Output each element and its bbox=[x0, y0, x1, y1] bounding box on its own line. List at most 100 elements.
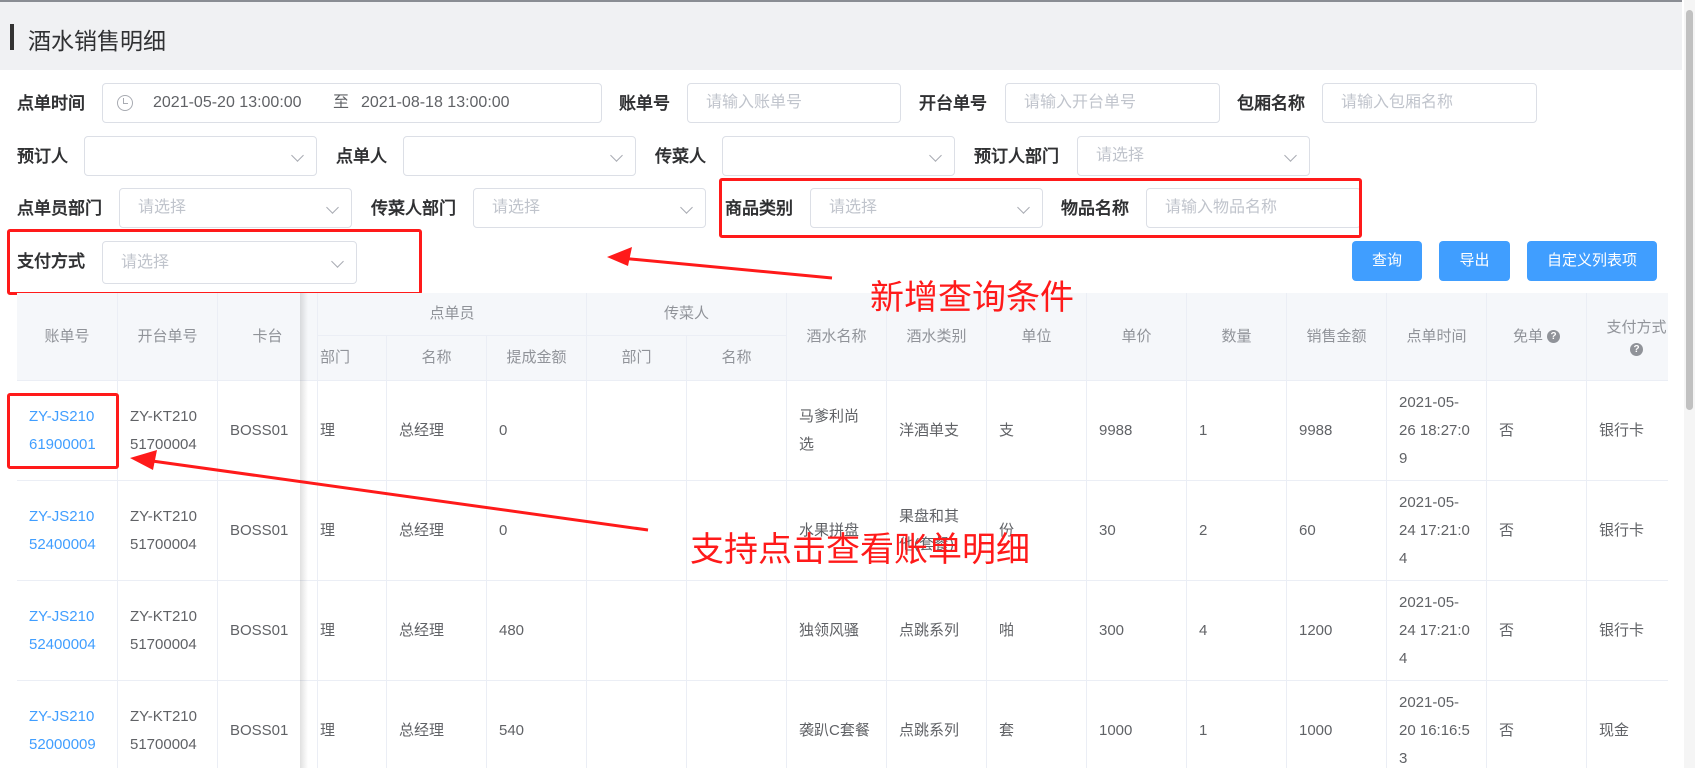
payment-cell-text: 银行卡 bbox=[1599, 421, 1645, 439]
header-qty: 数量 bbox=[1187, 293, 1287, 381]
unit-cell-text: 支 bbox=[999, 421, 1015, 439]
export-button[interactable]: 导出 bbox=[1439, 241, 1510, 281]
table-cell-text: BOSS01 bbox=[230, 421, 289, 439]
bill-no-link[interactable]: ZY-JS210 52000009 bbox=[17, 681, 118, 768]
header-bill-no: 账单号 bbox=[17, 293, 118, 381]
bill-no-link-text[interactable]: 52000009 bbox=[29, 731, 96, 759]
highlight-payment-filter bbox=[7, 229, 422, 295]
drink-name-cell-text: 袭趴C套餐 bbox=[799, 721, 870, 739]
booker-select[interactable] bbox=[84, 136, 317, 176]
bill-no-link-text[interactable]: ZY-JS210 bbox=[29, 503, 96, 531]
payment-cell-text: 现金 bbox=[1599, 721, 1630, 739]
payment-cell-text: 银行卡 bbox=[1599, 621, 1645, 639]
unit-cell-text: 套 bbox=[999, 721, 1015, 739]
time-cell-text: 9 bbox=[1399, 449, 1408, 467]
drink-type-cell-text: 点跳系列 bbox=[899, 621, 960, 639]
orderer-name-cell-text: 总经理 bbox=[399, 521, 445, 539]
free-cell: 否 bbox=[1487, 581, 1587, 681]
drink-type-cell-text: 点跳系列 bbox=[899, 721, 960, 739]
bill-no-link[interactable]: ZY-JS210 52400004 bbox=[17, 481, 118, 581]
header-server-name: 名称 bbox=[687, 336, 787, 381]
commission-cell: 540 bbox=[487, 681, 587, 768]
help-icon[interactable]: ? bbox=[1547, 330, 1560, 343]
open-no-input[interactable]: 请输入开台单号 bbox=[1005, 83, 1220, 123]
booker-dept-select[interactable]: 请选择 bbox=[1077, 136, 1310, 176]
open-no-cell-text: ZY-KT210 bbox=[130, 407, 197, 425]
time-cell-text: 2021-05- bbox=[1399, 693, 1460, 711]
price-cell: 9988 bbox=[1087, 381, 1187, 481]
server-dept-select[interactable]: 请选择 bbox=[473, 188, 706, 228]
commission-cell-text: 540 bbox=[499, 721, 525, 739]
room-name-label: 包厢名称 bbox=[1237, 94, 1305, 113]
open-no-cell-text: 51700004 bbox=[130, 735, 197, 753]
orderer-dept-cell-text: 理 bbox=[320, 621, 336, 639]
bill-no-link-text[interactable]: 52400004 bbox=[29, 531, 96, 559]
unit-cell-text: 啪 bbox=[999, 621, 1015, 639]
clock-icon bbox=[117, 95, 133, 111]
time-cell-text: 26 18:27:0 bbox=[1399, 421, 1470, 439]
bill-no-label: 账单号 bbox=[619, 94, 670, 113]
open-no-cell-text: ZY-KT210 bbox=[130, 507, 197, 525]
bill-no-link-text[interactable]: 52400004 bbox=[29, 631, 96, 659]
date-end[interactable]: 2021-08-18 13:00:00 bbox=[361, 84, 510, 122]
qty-cell-text: 1 bbox=[1199, 421, 1208, 439]
open-no-label: 开台单号 bbox=[919, 94, 987, 113]
time-cell-text: 2021-05- bbox=[1399, 393, 1460, 411]
room-name-input[interactable]: 请输入包厢名称 bbox=[1322, 83, 1537, 123]
header-payment: 支付方式? bbox=[1587, 293, 1668, 381]
open-no-cell: ZY-KT210 51700004 bbox=[118, 481, 218, 581]
amount-cell-text: 60 bbox=[1299, 521, 1316, 539]
orderer-name-cell-text: 总经理 bbox=[399, 721, 445, 739]
page-scrollbar[interactable] bbox=[1684, 0, 1695, 768]
annotation-new-filters: 新增查询条件 bbox=[870, 279, 1074, 317]
qty-cell-text: 2 bbox=[1199, 521, 1208, 539]
orderer-name-cell: 总经理 bbox=[387, 381, 487, 481]
time-cell-text: 3 bbox=[1399, 749, 1408, 767]
header-commission: 提成金额 bbox=[487, 336, 587, 381]
time-cell-text: 20 16:16:5 bbox=[1399, 721, 1470, 739]
date-start[interactable]: 2021-05-20 13:00:00 bbox=[153, 84, 302, 122]
price-cell: 30 bbox=[1087, 481, 1187, 581]
query-button[interactable]: 查询 bbox=[1352, 241, 1422, 281]
orderer-dept-cell-text: 理 bbox=[320, 721, 336, 739]
bill-no-link-text[interactable]: ZY-JS210 bbox=[29, 603, 96, 631]
orderer-dept-select[interactable]: 请选择 bbox=[119, 188, 352, 228]
time-cell: 2021-05- 24 17:21:0 4 bbox=[1387, 481, 1487, 581]
server-name-cell bbox=[687, 581, 787, 681]
commission-cell: 0 bbox=[487, 381, 587, 481]
drink-type-cell: 洋酒单支 bbox=[887, 381, 987, 481]
page-title: 酒水销售明细 bbox=[28, 28, 166, 54]
bill-no-input[interactable]: 请输入账单号 bbox=[687, 83, 901, 123]
scrollbar-thumb[interactable] bbox=[1686, 10, 1693, 410]
drink-name-cell: 马爹利尚选 bbox=[787, 381, 887, 481]
bill-no-link[interactable]: ZY-JS210 52400004 bbox=[17, 581, 118, 681]
qty-cell: 4 bbox=[1187, 581, 1287, 681]
open-no-cell-text: 51700004 bbox=[130, 435, 197, 453]
open-no-cell-text: 51700004 bbox=[130, 635, 197, 653]
custom-columns-button[interactable]: 自定义列表项 bbox=[1527, 241, 1657, 281]
qty-cell-text: 4 bbox=[1199, 621, 1208, 639]
table-cell-text: BOSS01 bbox=[230, 521, 289, 539]
unit-cell: 支 bbox=[987, 381, 1087, 481]
order-time-range-picker[interactable]: 2021-05-20 13:00:00 至 2021-08-18 13:00:0… bbox=[102, 83, 602, 123]
free-cell: 否 bbox=[1487, 381, 1587, 481]
header-orderer-name: 名称 bbox=[387, 336, 487, 381]
amount-cell: 60 bbox=[1287, 481, 1387, 581]
title-marker bbox=[10, 24, 14, 50]
commission-cell-text: 0 bbox=[499, 421, 508, 439]
qty-cell: 1 bbox=[1187, 381, 1287, 481]
drink-name-cell-text: 马爹利尚 bbox=[799, 407, 860, 425]
server-dept-placeholder: 请选择 bbox=[492, 199, 541, 216]
drink-type-cell-text: 洋酒单支 bbox=[899, 421, 960, 439]
booker-label: 预订人 bbox=[17, 147, 68, 166]
server-select[interactable] bbox=[722, 136, 955, 176]
free-cell: 否 bbox=[1487, 681, 1587, 768]
drink-name-cell-text: 独领风骚 bbox=[799, 621, 860, 639]
amount-cell: 9988 bbox=[1287, 381, 1387, 481]
orderer-select[interactable] bbox=[403, 136, 636, 176]
help-icon[interactable]: ? bbox=[1630, 343, 1643, 356]
open-no-cell-text: ZY-KT210 bbox=[130, 607, 197, 625]
amount-cell-text: 1000 bbox=[1299, 721, 1333, 739]
payment-cell-text: 银行卡 bbox=[1599, 521, 1645, 539]
bill-no-link-text[interactable]: ZY-JS210 bbox=[29, 703, 96, 731]
